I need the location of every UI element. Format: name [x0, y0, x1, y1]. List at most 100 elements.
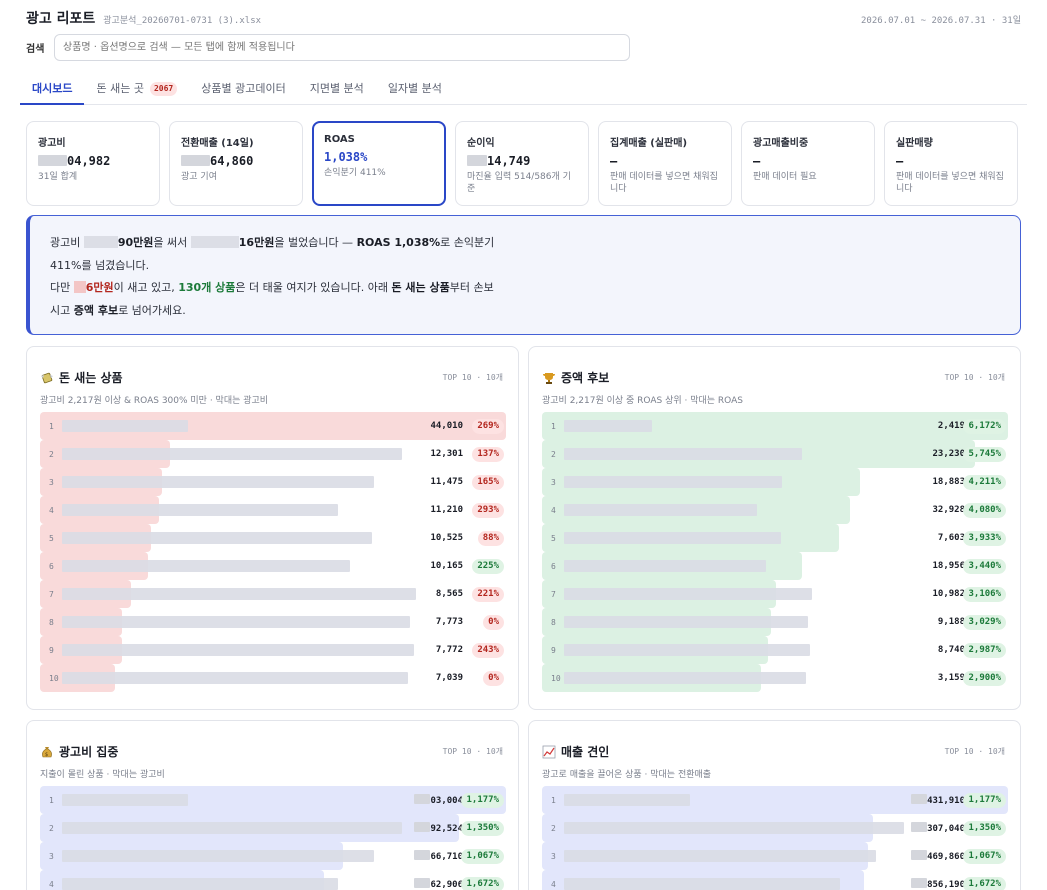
row-value: 431,910 [911, 794, 965, 806]
rank-number: 2 [551, 823, 556, 833]
tab-label: 상품별 광고데이터 [201, 82, 286, 95]
insight-line-3: 다만 6만원이 새고 있고, 130개 상품은 더 태울 여지가 있습니다. 아… [50, 277, 1000, 300]
roas-pill: 4,080% [963, 502, 1006, 518]
row-value-text: 32,928 [932, 505, 965, 515]
rank-number: 10 [551, 673, 561, 683]
kpi-sub: 판매 데이터를 넣으면 채워집니다 [610, 172, 718, 194]
list-item[interactable]: 5 10,525 88% [40, 524, 506, 552]
spend-concentration-panel: $ 광고비 집중 TOP 10 · 10개 지출이 몰린 상품 · 막대는 광고비 1 0… [26, 720, 519, 890]
row-value: 11,475 [430, 477, 463, 487]
file-name: 광고분석_20260701-0731 (3).xlsx [103, 16, 262, 26]
list-item[interactable]: 4 62,906 1,672% [40, 870, 506, 890]
list-item[interactable]: 3 66,710 1,067% [40, 842, 506, 870]
tab-placement[interactable]: 지면별 분석 [298, 74, 376, 104]
list-item[interactable]: 3 11,475 165% [40, 468, 506, 496]
list-item[interactable]: 4 11,210 293% [40, 496, 506, 524]
list-item[interactable]: 5 7,603 3,933% [542, 524, 1008, 552]
rank-number: 9 [551, 645, 556, 655]
row-value: 2,419 [938, 421, 965, 431]
tab-product-ads[interactable]: 상품별 광고데이터 [189, 74, 297, 104]
list-item[interactable]: 6 10,165 225% [40, 552, 506, 580]
row-value-text: 62,906 [430, 880, 463, 890]
rank-number: 3 [551, 851, 556, 861]
kpi-card[interactable]: 전환매출 (14일) 64,860 광고 기여 [169, 121, 303, 206]
list-item[interactable]: 7 8,565 221% [40, 580, 506, 608]
tab-dashboard[interactable]: 대시보드 [20, 74, 85, 105]
masked-product-name [62, 672, 408, 684]
kpi-label: 전환매출 (14일) [181, 138, 254, 149]
masked-text [83, 236, 118, 248]
list-item[interactable]: 1 03,004 1,177% [40, 786, 506, 814]
chart-up-icon [542, 745, 556, 758]
insight-text: 부터 손보 [449, 281, 494, 294]
row-value: 10,982 [932, 589, 965, 599]
list-item[interactable]: 10 3,159 2,900% [542, 664, 1008, 692]
list-item[interactable]: 1 2,419 6,172% [542, 412, 1008, 440]
masked-product-name [564, 644, 811, 656]
list-item[interactable]: 8 7,773 0% [40, 608, 506, 636]
panel-top-count: TOP 10 · 10개 [442, 372, 503, 382]
row-value-text: 307,040 [927, 824, 965, 834]
row-value: 32,928 [932, 505, 965, 515]
kpi-card[interactable]: 집계매출 (실판매) – 판매 데이터를 넣으면 채워집니다 [598, 121, 732, 206]
rank-number: 1 [49, 795, 54, 805]
masked-product-name [564, 532, 781, 544]
rank-number: 8 [49, 617, 54, 627]
insight-text: 은 더 태울 여지가 있습니다. 아래 [235, 281, 392, 294]
insight-line-2: 411%를 넘겼습니다. [50, 258, 150, 272]
row-value: 307,040 [911, 822, 965, 834]
list-item[interactable]: 3 469,860 1,067% [542, 842, 1008, 870]
trophy-icon [542, 371, 555, 384]
list-item[interactable]: 1 431,910 1,177% [542, 786, 1008, 814]
row-value-text: 7,773 [435, 617, 463, 627]
masked-text [38, 155, 67, 166]
masked-text [73, 281, 86, 293]
list-item[interactable]: 9 8,740 2,987% [542, 636, 1008, 664]
kpi-card[interactable]: 광고매출비중 – 판매 데이터 필요 [741, 121, 875, 206]
tab-daily[interactable]: 일자별 분석 [376, 74, 454, 104]
list-item[interactable]: 2 12,301 137% [40, 440, 506, 468]
kpi-value: – [610, 154, 720, 168]
list-item[interactable]: 1 44,010 269% [40, 412, 506, 440]
kpi-card[interactable]: 실판매량 – 판매 데이터를 넣으면 채워집니다 [884, 121, 1018, 206]
list-item[interactable]: 9 7,772 243% [40, 636, 506, 664]
kpi-card[interactable]: 광고비 04,982 31일 합계 [26, 121, 160, 206]
list-item[interactable]: 7 10,982 3,106% [542, 580, 1008, 608]
list-item[interactable]: 6 18,956 3,440% [542, 552, 1008, 580]
roas-pill: 2,987% [963, 642, 1006, 658]
list-item[interactable]: 4 856,190 1,672% [542, 870, 1008, 890]
roas-pill: 3,029% [963, 614, 1006, 630]
rank-number: 3 [49, 851, 54, 861]
kpi-value: – [753, 154, 863, 168]
row-value-text: 856,190 [927, 880, 965, 890]
row-value-text: 7,039 [435, 673, 463, 683]
masked-product-name [62, 420, 188, 432]
roas-pill: 269% [472, 418, 504, 434]
row-value: 92,524 [414, 822, 463, 834]
list-item[interactable]: 2 307,040 1,350% [542, 814, 1008, 842]
roas-pill: 5,745% [963, 446, 1006, 462]
list-item[interactable]: 3 18,883 4,211% [542, 468, 1008, 496]
masked-text [911, 794, 928, 804]
kpi-value-text: 14,749 [487, 154, 531, 168]
roas-pill: 6,172% [963, 418, 1006, 434]
list-item[interactable]: 8 9,188 3,029% [542, 608, 1008, 636]
roas-pill: 1,177% [963, 792, 1006, 808]
list-item[interactable]: 2 23,230 5,745% [542, 440, 1008, 468]
tab-leaks[interactable]: 돈 새는 곳 2067 [84, 74, 189, 104]
insight-text: 로 손익분기 [440, 236, 495, 249]
panel-header: 돈 새는 상품 TOP 10 · 10개 [40, 369, 506, 385]
list-item[interactable]: 10 7,039 0% [40, 664, 506, 692]
kpi-card[interactable]: ROAS 1,038% 손익분기 411% [312, 121, 446, 206]
roas-pill: 243% [472, 642, 504, 658]
rank-number: 2 [49, 449, 54, 459]
search-input[interactable] [54, 34, 630, 61]
ranking-list: 1 431,910 1,177% 2 307,040 1,350% 3 469,860 1,06… [542, 786, 1008, 890]
list-item[interactable]: 2 92,524 1,350% [40, 814, 506, 842]
list-item[interactable]: 4 32,928 4,080% [542, 496, 1008, 524]
kpi-row: 광고비 04,982 31일 합계 전환매출 (14일) 64,860 광고 기여 ROAS… [26, 121, 1018, 206]
row-value-text: 18,883 [932, 477, 965, 487]
masked-product-name [62, 476, 374, 488]
kpi-card[interactable]: 순이익 14,749 마진율 입력 514/586개 기준 [455, 121, 589, 206]
kpi-sub: 판매 데이터 필요 [753, 172, 817, 182]
